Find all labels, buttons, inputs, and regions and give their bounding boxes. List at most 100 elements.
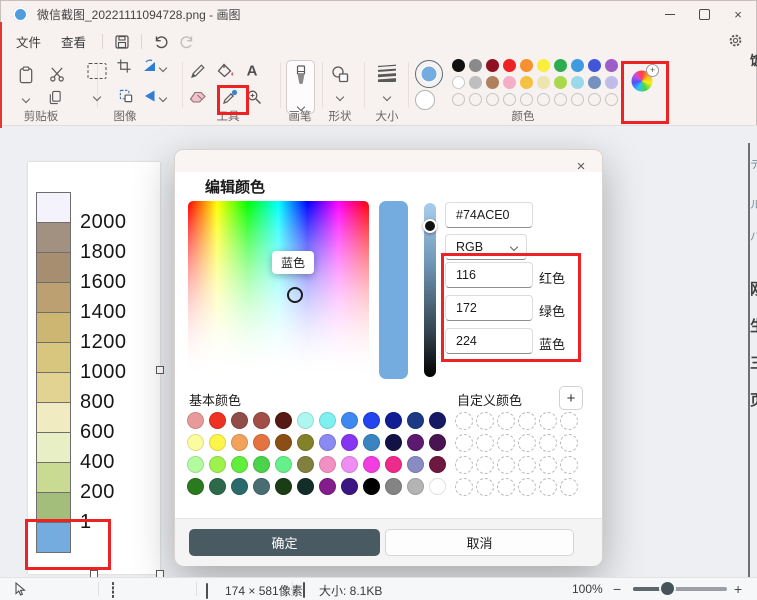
palette-color[interactable] bbox=[554, 59, 567, 72]
custom-color-slot[interactable] bbox=[497, 456, 515, 474]
settings-button[interactable] bbox=[723, 28, 747, 52]
basic-color-swatch[interactable] bbox=[429, 456, 446, 473]
basic-color-swatch[interactable] bbox=[319, 478, 336, 495]
basic-color-swatch[interactable] bbox=[407, 456, 424, 473]
custom-color-slot[interactable] bbox=[476, 412, 494, 430]
basic-color-swatch[interactable] bbox=[253, 456, 270, 473]
ok-button[interactable]: 确定 bbox=[189, 529, 380, 556]
palette-color[interactable] bbox=[469, 59, 482, 72]
zoom-out-button[interactable]: − bbox=[613, 581, 621, 597]
zoom-in-button[interactable]: + bbox=[734, 581, 742, 597]
custom-color-slot[interactable] bbox=[455, 434, 473, 452]
basic-color-swatch[interactable] bbox=[341, 478, 358, 495]
basic-color-swatch[interactable] bbox=[187, 412, 204, 429]
basic-color-swatch[interactable] bbox=[385, 412, 402, 429]
basic-color-swatch[interactable] bbox=[319, 412, 336, 429]
basic-color-swatch[interactable] bbox=[363, 412, 380, 429]
menu-view[interactable]: 查看 bbox=[51, 28, 96, 55]
pencil-button[interactable] bbox=[190, 63, 206, 79]
basic-color-swatch[interactable] bbox=[253, 478, 270, 495]
value-slider-knob[interactable] bbox=[423, 219, 437, 233]
copy-button[interactable] bbox=[48, 89, 63, 105]
custom-color-slot[interactable] bbox=[539, 456, 557, 474]
palette-color[interactable] bbox=[486, 76, 499, 89]
basic-color-swatch[interactable] bbox=[231, 412, 248, 429]
custom-color-slot[interactable] bbox=[455, 412, 473, 430]
hex-input[interactable] bbox=[445, 202, 533, 228]
undo-button[interactable] bbox=[148, 31, 174, 53]
basic-color-swatch[interactable] bbox=[319, 434, 336, 451]
basic-color-swatch[interactable] bbox=[297, 456, 314, 473]
palette-empty-slot[interactable] bbox=[605, 93, 618, 106]
shapes-dropdown[interactable] bbox=[335, 92, 345, 102]
minimize-button[interactable] bbox=[653, 0, 687, 28]
basic-color-swatch[interactable] bbox=[209, 456, 226, 473]
fill-button[interactable] bbox=[217, 63, 235, 79]
custom-color-slot[interactable] bbox=[539, 478, 557, 496]
basic-color-swatch[interactable] bbox=[363, 478, 380, 495]
shapes-button[interactable] bbox=[331, 65, 350, 83]
palette-empty-slot[interactable] bbox=[503, 93, 516, 106]
custom-color-slot[interactable] bbox=[518, 434, 536, 452]
custom-color-slot[interactable] bbox=[560, 412, 578, 430]
selection-handle[interactable] bbox=[156, 366, 164, 374]
palette-color[interactable] bbox=[503, 59, 516, 72]
color-mode-select[interactable]: RGB bbox=[445, 234, 527, 260]
basic-color-swatch[interactable] bbox=[275, 478, 292, 495]
palette-empty-slot[interactable] bbox=[554, 93, 567, 106]
custom-color-slot[interactable] bbox=[560, 456, 578, 474]
basic-color-swatch[interactable] bbox=[341, 412, 358, 429]
brushes-button[interactable] bbox=[286, 60, 315, 114]
paste-button[interactable] bbox=[17, 65, 36, 85]
red-input[interactable] bbox=[445, 262, 533, 288]
palette-empty-slot[interactable] bbox=[452, 93, 465, 106]
cancel-button[interactable]: 取消 bbox=[385, 529, 574, 556]
basic-color-swatch[interactable] bbox=[297, 434, 314, 451]
custom-color-slot[interactable] bbox=[518, 412, 536, 430]
palette-color[interactable] bbox=[588, 76, 601, 89]
custom-color-slot[interactable] bbox=[497, 434, 515, 452]
flip-button[interactable] bbox=[143, 89, 158, 103]
basic-color-swatch[interactable] bbox=[187, 478, 204, 495]
basic-color-swatch[interactable] bbox=[297, 478, 314, 495]
basic-color-swatch[interactable] bbox=[231, 456, 248, 473]
custom-color-slot[interactable] bbox=[476, 434, 494, 452]
basic-color-swatch[interactable] bbox=[275, 434, 292, 451]
basic-color-swatch[interactable] bbox=[209, 412, 226, 429]
palette-color[interactable] bbox=[605, 76, 618, 89]
basic-color-swatch[interactable] bbox=[363, 456, 380, 473]
basic-color-swatch[interactable] bbox=[297, 412, 314, 429]
palette-color[interactable] bbox=[571, 59, 584, 72]
palette-color[interactable] bbox=[503, 76, 516, 89]
basic-color-swatch[interactable] bbox=[209, 478, 226, 495]
basic-color-swatch[interactable] bbox=[253, 412, 270, 429]
palette-empty-slot[interactable] bbox=[588, 93, 601, 106]
palette-color[interactable] bbox=[605, 59, 618, 72]
basic-color-swatch[interactable] bbox=[209, 434, 226, 451]
custom-color-slot[interactable] bbox=[497, 412, 515, 430]
canvas-image[interactable]: 2000 1800 1600 1400 1200 1000 800 600 400 200 1 bbox=[28, 162, 160, 574]
basic-color-swatch[interactable] bbox=[253, 434, 270, 451]
resize-button[interactable] bbox=[119, 89, 134, 104]
palette-color[interactable] bbox=[588, 59, 601, 72]
zoom-slider-track[interactable] bbox=[633, 587, 727, 591]
basic-color-swatch[interactable] bbox=[275, 456, 292, 473]
maximize-button[interactable] bbox=[687, 0, 721, 28]
crop-button[interactable] bbox=[117, 59, 132, 74]
rotate-button[interactable] bbox=[142, 59, 158, 73]
gradient-marker[interactable] bbox=[287, 287, 303, 303]
basic-color-swatch[interactable] bbox=[187, 434, 204, 451]
basic-color-swatch[interactable] bbox=[385, 456, 402, 473]
basic-color-swatch[interactable] bbox=[275, 412, 292, 429]
palette-color[interactable] bbox=[554, 76, 567, 89]
basic-color-swatch[interactable] bbox=[429, 478, 446, 495]
palette-color[interactable] bbox=[571, 76, 584, 89]
custom-color-slot[interactable] bbox=[560, 478, 578, 496]
palette-color[interactable] bbox=[452, 59, 465, 72]
custom-color-slot[interactable] bbox=[539, 412, 557, 430]
basic-color-swatch[interactable] bbox=[341, 456, 358, 473]
size-dropdown[interactable] bbox=[382, 92, 392, 102]
basic-color-swatch[interactable] bbox=[429, 434, 446, 451]
custom-color-slot[interactable] bbox=[455, 478, 473, 496]
palette-color[interactable] bbox=[469, 76, 482, 89]
